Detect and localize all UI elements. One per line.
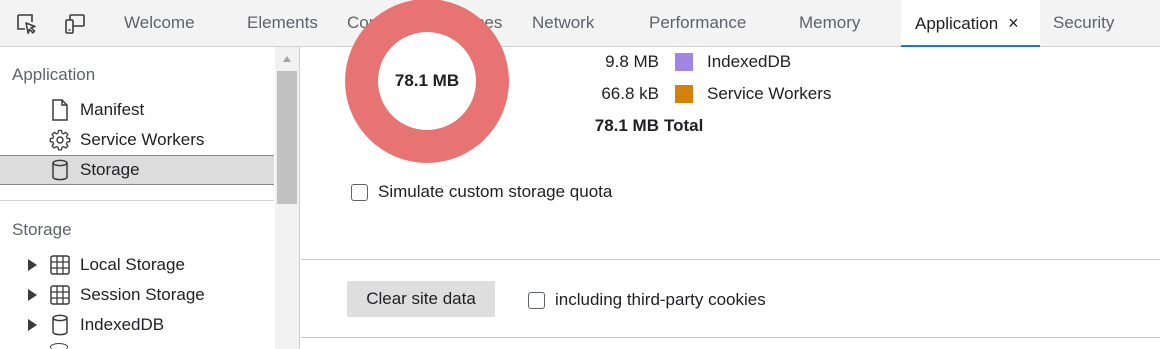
legend-row-total: 78.1 MB Total (561, 114, 881, 138)
tab-application-label: Application (915, 14, 999, 33)
sidebar-item-label: IndexedDB (80, 315, 165, 334)
tab-elements[interactable]: Elements (247, 0, 318, 46)
tab-performance[interactable]: Performance (649, 0, 746, 46)
third-party-cookies-label: including third-party cookies (555, 290, 766, 309)
tab-network[interactable]: Network (532, 0, 594, 46)
document-icon (48, 98, 72, 122)
sidebar-item-session-storage[interactable]: Session Storage (0, 280, 274, 310)
database-icon (48, 158, 72, 182)
sidebar-item-service-workers[interactable]: Service Workers (0, 125, 274, 155)
legend-row-indexeddb: 9.8 MB IndexedDB (561, 50, 881, 74)
tab-application[interactable]: Application × (901, 0, 1040, 47)
sidebar-item-storage[interactable]: Storage (0, 155, 274, 185)
simulate-quota-label: Simulate custom storage quota (378, 182, 613, 201)
legend-swatch (675, 53, 693, 71)
legend-size: 66.8 kB (601, 84, 659, 103)
legend-name: Service Workers (707, 84, 832, 103)
sidebar-item-label: Local Storage (80, 255, 185, 274)
gear-icon (48, 128, 72, 152)
legend-size: 9.8 MB (605, 52, 659, 71)
partial-database-icon (50, 343, 68, 349)
section-divider (301, 259, 1160, 260)
section-title-storage: Storage (12, 220, 72, 239)
table-icon (48, 253, 72, 277)
clear-site-data-button[interactable]: Clear site data (347, 281, 495, 317)
database-icon (48, 313, 72, 337)
sidebar-scrollbar[interactable] (275, 47, 299, 349)
simulate-quota-row[interactable]: Simulate custom storage quota (351, 182, 612, 202)
usage-donut-chart: 78.1 MB (345, 0, 509, 163)
section-title-application: Application (12, 65, 96, 84)
storage-panel: 78.1 MB 9.8 MB IndexedDB 66.8 kB Service… (301, 0, 1160, 349)
tab-welcome[interactable]: Welcome (124, 0, 195, 46)
sidebar-item-indexeddb[interactable]: IndexedDB (0, 310, 274, 340)
legend-name: IndexedDB (707, 52, 792, 71)
expand-arrow-icon[interactable] (26, 319, 38, 331)
close-icon[interactable]: × (1008, 13, 1019, 33)
sidebar-item-local-storage[interactable]: Local Storage (0, 250, 274, 280)
legend-swatch (675, 85, 693, 103)
simulate-quota-checkbox[interactable] (351, 183, 368, 201)
donut-total-label: 78.1 MB (378, 32, 476, 130)
sidebar-item-label: Manifest (80, 100, 145, 119)
devtools-tab-bar: Welcome Elements Console Sources Network… (0, 0, 1160, 47)
sidebar-divider (0, 200, 274, 201)
sidebar-item-manifest[interactable]: Manifest (0, 95, 274, 125)
device-emulation-icon[interactable] (62, 11, 88, 37)
table-icon (48, 283, 72, 307)
sidebar-item-label: Service Workers (80, 130, 205, 149)
legend-name: Total (664, 116, 704, 135)
scroll-up-icon[interactable] (275, 47, 299, 71)
legend-row-service-workers: 66.8 kB Service Workers (561, 82, 881, 106)
tab-memory[interactable]: Memory (799, 0, 860, 46)
third-party-cookies-checkbox[interactable] (528, 291, 545, 309)
application-sidebar: Application Manifest Service Workers Sto… (0, 47, 300, 349)
expand-arrow-icon[interactable] (26, 259, 38, 271)
sidebar-item-label: Storage (80, 160, 140, 179)
tab-security[interactable]: Security (1053, 0, 1114, 46)
sidebar-item-label: Session Storage (80, 285, 205, 304)
third-party-cookies-row[interactable]: including third-party cookies (528, 290, 766, 310)
legend-size: 78.1 MB (594, 116, 659, 135)
expand-arrow-icon[interactable] (26, 289, 38, 301)
scrollbar-thumb[interactable] (277, 71, 297, 204)
inspect-element-icon[interactable] (14, 11, 40, 37)
section-divider (301, 337, 1160, 338)
